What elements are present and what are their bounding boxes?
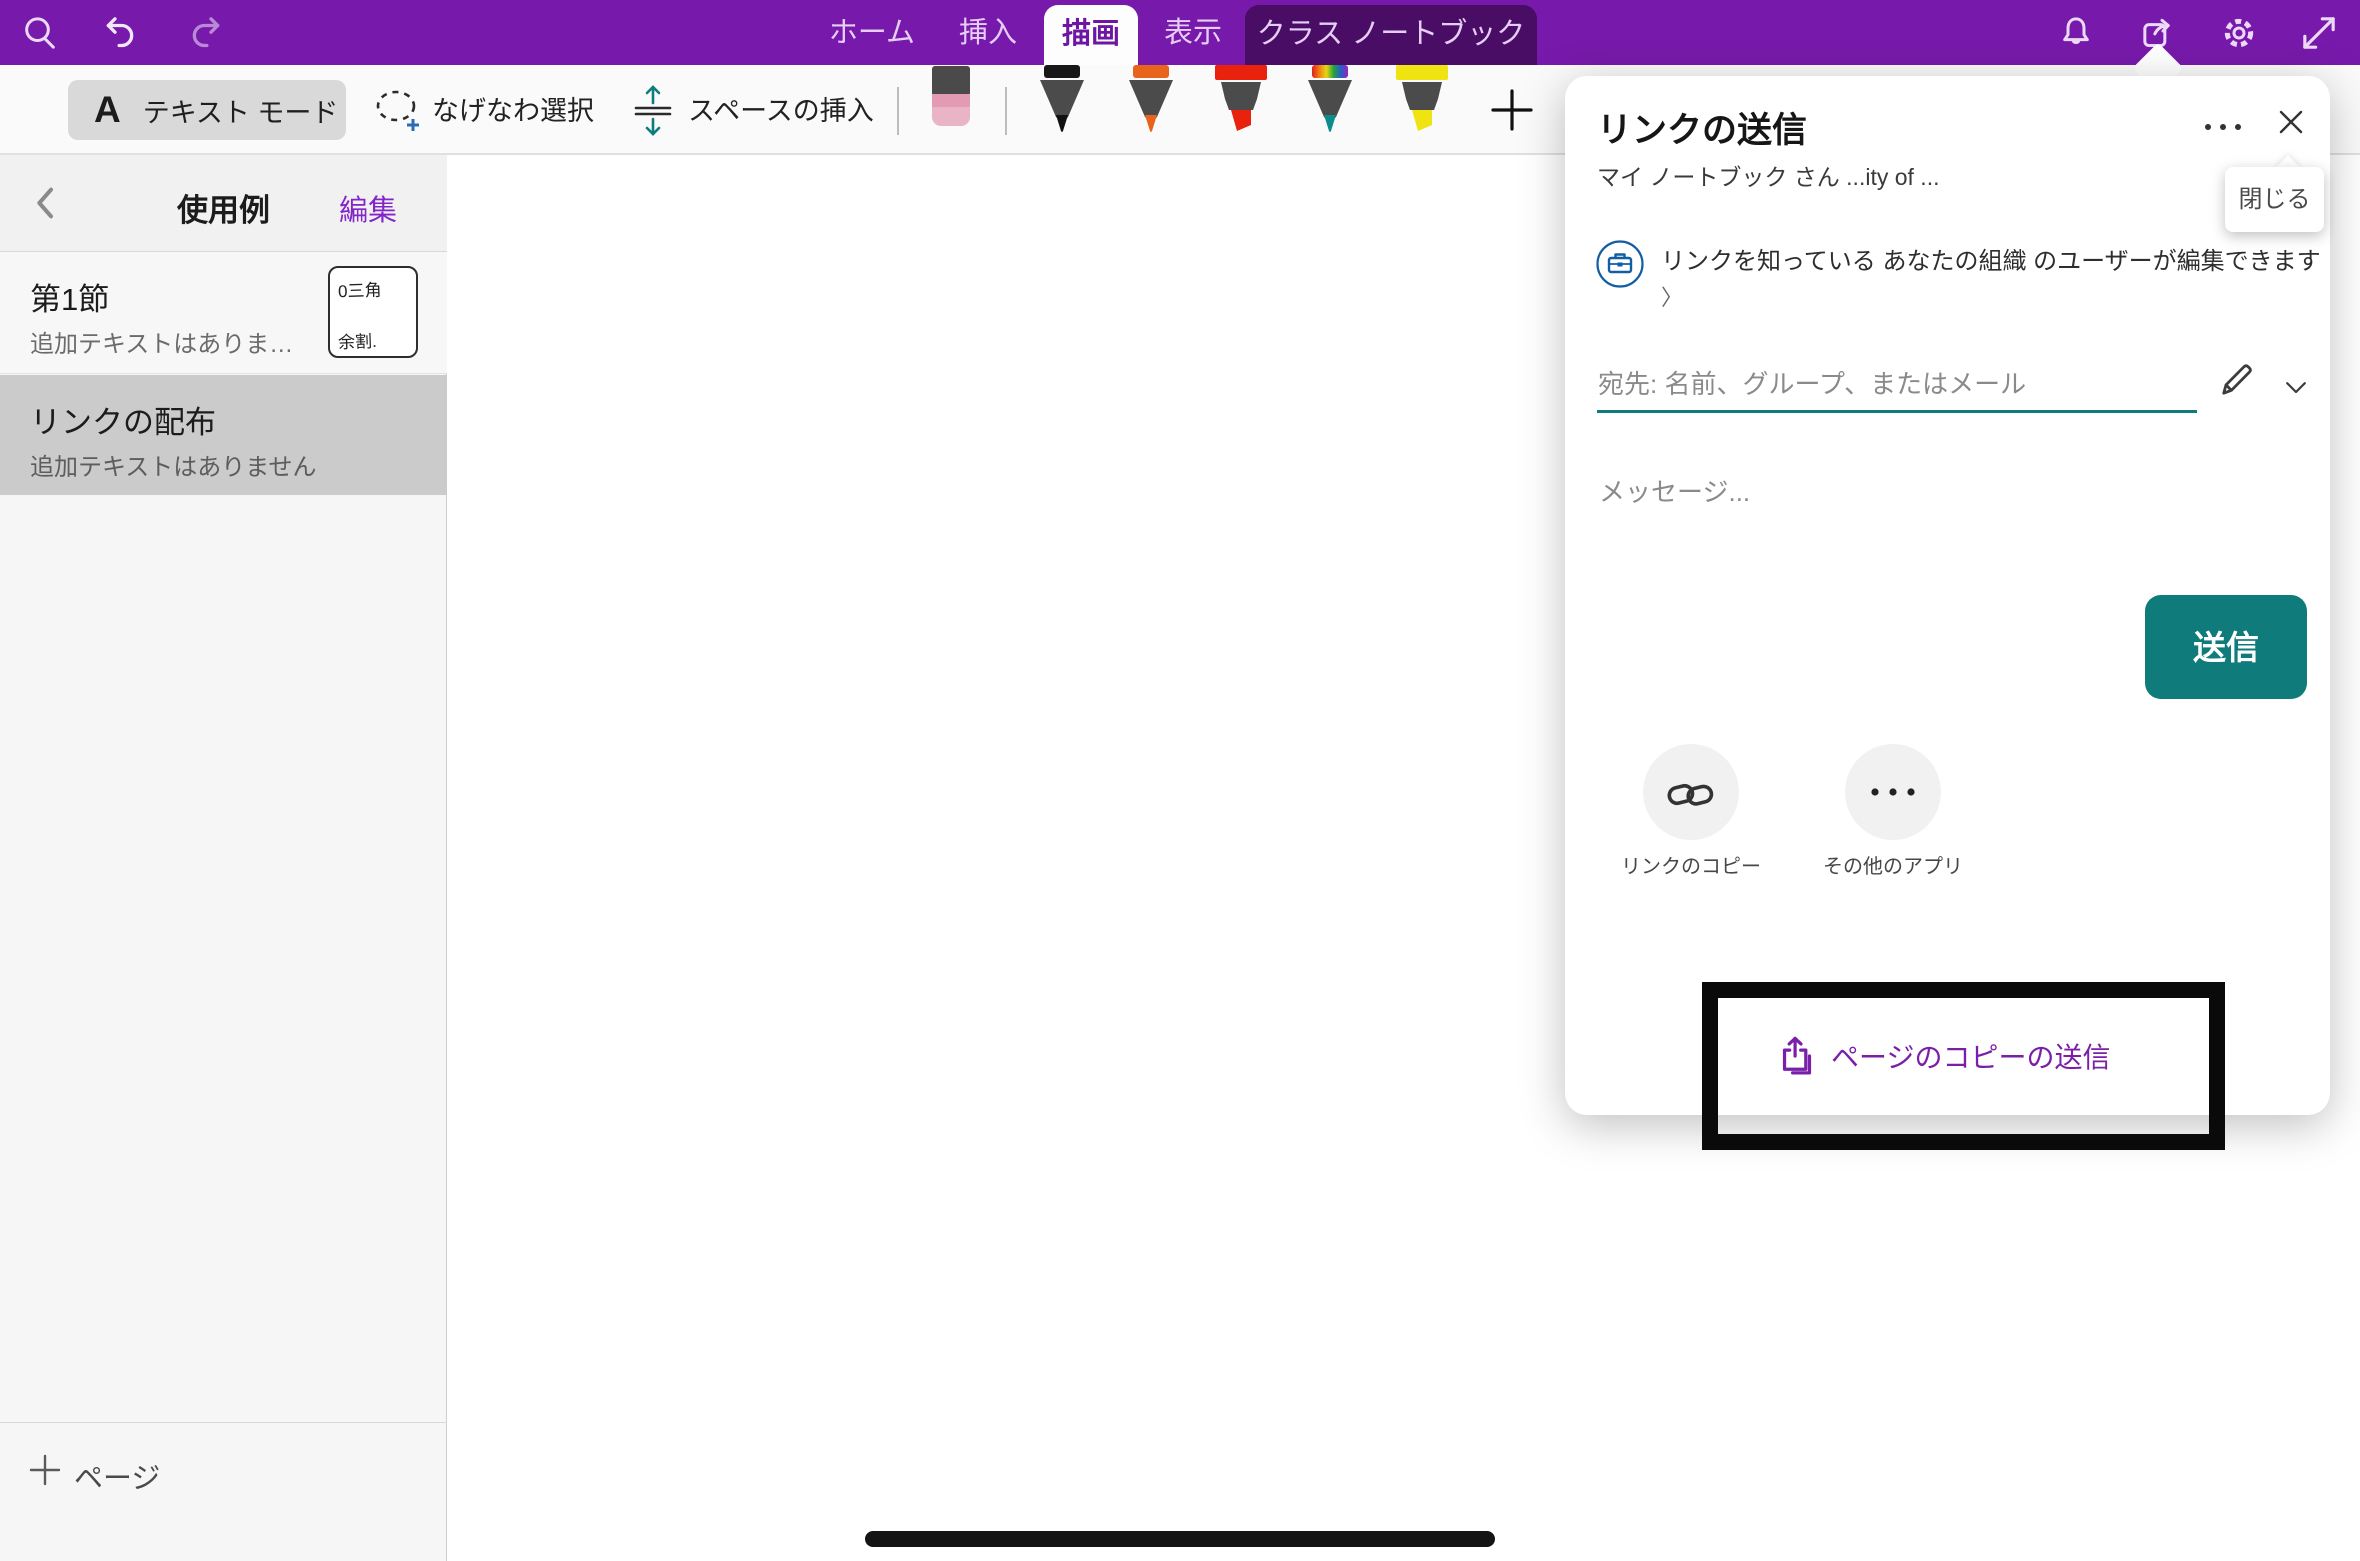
expand-icon[interactable] — [2299, 13, 2339, 53]
thumbnail-handwriting: 余割. — [330, 326, 417, 354]
permission-text-body: リンクを知っている あなたの組織 のユーザーが編集できます — [1661, 248, 2321, 275]
gear-icon[interactable] — [2219, 13, 2259, 53]
tab-view[interactable]: 表示 — [1148, 0, 1238, 65]
text-mode-icon: A — [94, 89, 121, 131]
permission-text[interactable]: リンクを知っている あなたの組織 のユーザーが編集できます 〉 — [1661, 244, 2325, 316]
orange-pen-tool[interactable] — [1123, 65, 1179, 133]
redo-icon[interactable] — [186, 13, 226, 53]
toolbar-divider — [1005, 87, 1007, 135]
tab-insert[interactable]: 挿入 — [942, 0, 1034, 65]
add-page-button[interactable]: ページ — [0, 1422, 447, 1561]
page-list-item[interactable]: 第1節 追加テキストはありま… 0三角 余割. — [0, 252, 447, 374]
page-subtitle: 追加テキストはありません — [30, 447, 317, 482]
recipients-input[interactable]: 宛先: 名前、グループ、またはメール — [1598, 364, 2026, 401]
message-input[interactable]: メッセージ... — [1599, 472, 1750, 509]
insert-space-label[interactable]: スペースの挿入 — [688, 65, 874, 155]
add-pen-button[interactable] — [1489, 87, 1535, 133]
chevron-right-icon: 〉 — [1661, 285, 1683, 310]
rainbow-pen-tool[interactable] — [1302, 65, 1358, 133]
close-tooltip: 閉じる — [2225, 167, 2324, 232]
dialog-title: リンクの送信 — [1597, 102, 1807, 153]
copy-link-label: リンクのコピー — [1596, 850, 1786, 879]
tab-draw[interactable]: 描画 — [1044, 5, 1138, 65]
plus-icon — [28, 1453, 62, 1487]
home-indicator[interactable] — [865, 1531, 1495, 1547]
chevron-down-icon[interactable] — [2281, 372, 2311, 402]
page-list-item-selected[interactable]: リンクの配布 追加テキストはありません — [0, 375, 447, 495]
copy-link-button[interactable] — [1643, 744, 1739, 840]
organization-permission-icon[interactable] — [1595, 239, 1645, 289]
lasso-label[interactable]: なげなわ選択 — [432, 65, 594, 155]
top-app-bar: ホーム 挿入 描画 表示 クラス ノートブック — [0, 0, 2360, 65]
search-icon[interactable] — [20, 13, 60, 53]
black-pen-tool[interactable] — [1034, 65, 1090, 133]
page-title: 第1節 — [30, 274, 109, 319]
lasso-icon[interactable] — [372, 85, 422, 135]
page-title: リンクの配布 — [30, 397, 216, 442]
thumbnail-handwriting: 0三角 — [330, 275, 417, 303]
red-highlighter-tool[interactable] — [1211, 65, 1271, 133]
sidebar-header: 使用例 編集 — [0, 155, 447, 252]
send-button[interactable]: 送信 — [2145, 595, 2307, 699]
text-mode-button[interactable]: A テキスト モード — [68, 80, 346, 140]
text-mode-label: テキスト モード — [143, 91, 339, 130]
yellow-highlighter-tool[interactable] — [1392, 65, 1452, 133]
tab-home[interactable]: ホーム — [822, 0, 922, 65]
more-options-icon[interactable] — [2201, 120, 2245, 134]
app-window: ホーム 挿入 描画 表示 クラス ノートブック — [0, 0, 2360, 1561]
more-apps-label: その他のアプリ — [1798, 850, 1988, 879]
page-list-sidebar: 使用例 編集 第1節 追加テキストはありま… 0三角 余割. リンクの配布 追加… — [0, 155, 447, 1561]
page-subtitle: 追加テキストはありま… — [30, 324, 293, 359]
annotation-highlight-box — [1702, 982, 2225, 1150]
eraser-tool[interactable] — [929, 66, 973, 128]
close-icon[interactable] — [2275, 106, 2307, 138]
edit-pencil-icon[interactable] — [2215, 359, 2257, 401]
recipients-underline — [1597, 410, 2197, 413]
bell-icon[interactable] — [2056, 13, 2096, 53]
add-page-label: ページ — [74, 1455, 160, 1497]
undo-icon[interactable] — [100, 13, 140, 53]
notebook-subtitle: マイ ノートブック さん ...ity of ... — [1597, 158, 1939, 192]
more-apps-button[interactable] — [1845, 744, 1941, 840]
tab-class-notebook[interactable]: クラス ノートブック — [1245, 5, 1537, 65]
send-link-dialog: リンクの送信 マイ ノートブック さん ...ity of ... リンクを知っ… — [1565, 76, 2330, 1115]
insert-space-icon[interactable] — [630, 84, 676, 136]
page-thumbnail: 0三角 余割. — [328, 266, 418, 358]
toolbar-divider — [897, 87, 899, 135]
edit-button[interactable]: 編集 — [339, 187, 397, 229]
